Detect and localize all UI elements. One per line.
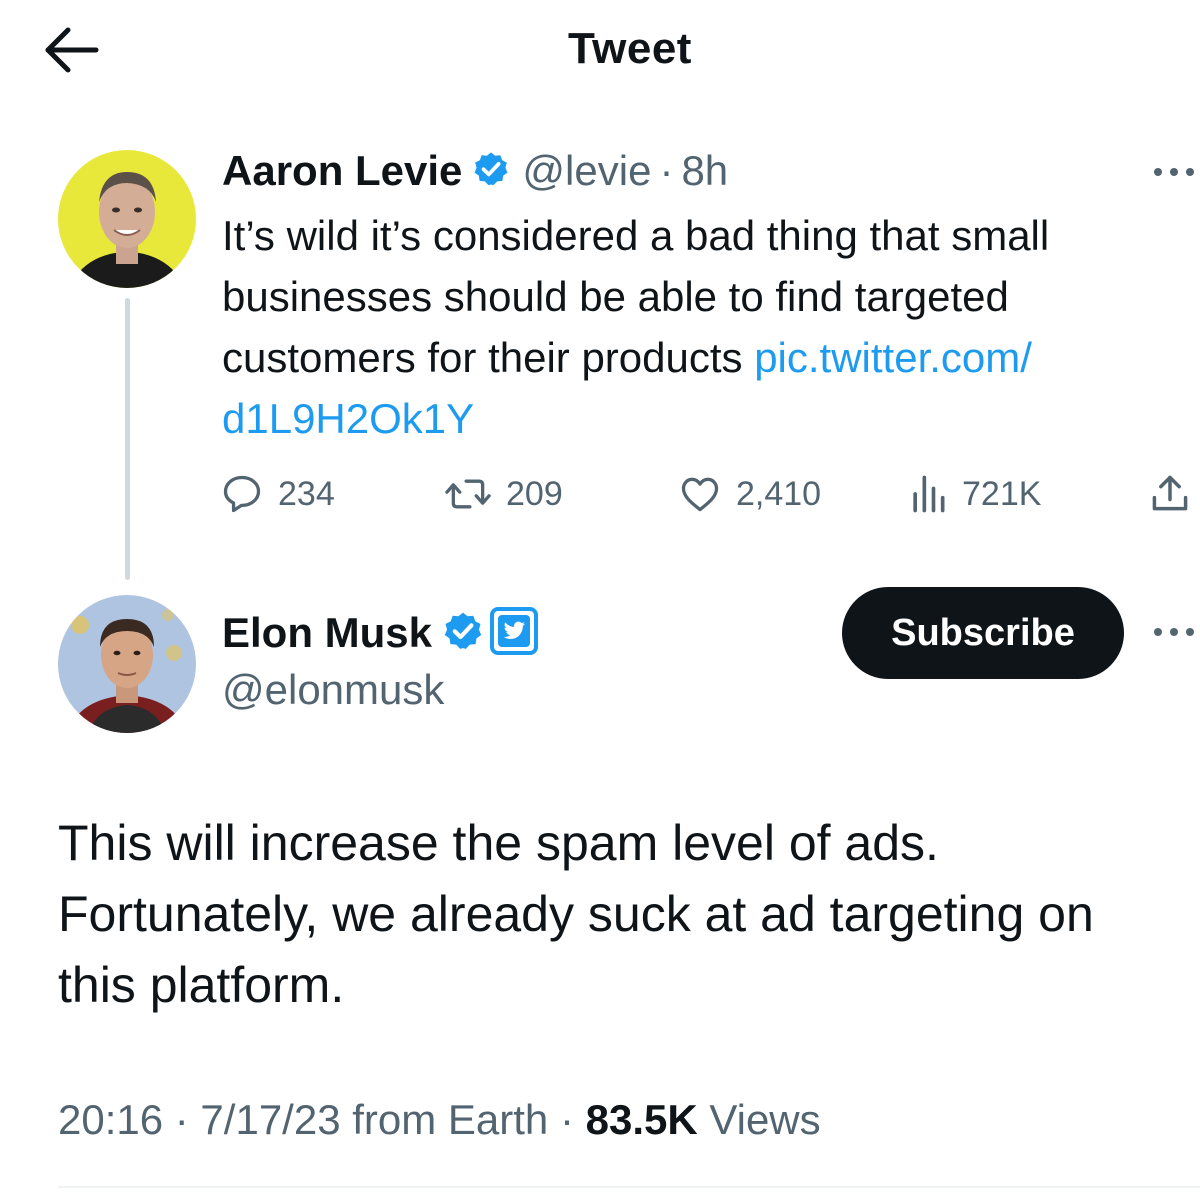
more-dots-icon xyxy=(1154,628,1194,636)
author-handle[interactable]: @levie xyxy=(522,147,651,195)
thread-connector-line xyxy=(125,298,130,580)
quoted-tweet-author-row: Aaron Levie @levie · 8h xyxy=(222,144,728,198)
retweet-button[interactable]: 209 xyxy=(444,472,563,516)
reply-button[interactable]: 234 xyxy=(220,472,335,516)
quoted-tweet-text: It’s wild it’s considered a bad thing th… xyxy=(222,205,1187,449)
author-display-name[interactable]: Elon Musk xyxy=(222,609,432,657)
more-options-button[interactable] xyxy=(1152,622,1196,642)
reply-count: 234 xyxy=(278,474,335,513)
author-display-name[interactable]: Aaron Levie xyxy=(222,147,462,195)
avatar-musk-image xyxy=(58,595,196,733)
views-icon xyxy=(913,475,945,513)
views-total[interactable]: 83.5K xyxy=(586,1096,698,1143)
tweet-metadata: 20:16 · 7/17/23 from Earth · 83.5K Views xyxy=(58,1096,821,1144)
reply-icon xyxy=(223,475,261,513)
views-label: Views xyxy=(697,1096,821,1143)
retweet-icon xyxy=(445,479,491,509)
like-icon xyxy=(681,477,719,512)
avatar-levie-image xyxy=(58,150,196,288)
like-count: 2,410 xyxy=(736,474,822,513)
views-button[interactable]: 721K xyxy=(908,472,1041,516)
avatar[interactable] xyxy=(58,150,196,288)
views-count: 721K xyxy=(962,474,1042,513)
avatar[interactable] xyxy=(58,595,196,733)
main-tweet-author-row: Elon Musk xyxy=(222,603,539,663)
more-options-button[interactable] xyxy=(1152,162,1196,182)
tweet-action-bar: 234 209 2,410 721K xyxy=(0,466,1200,522)
timestamp-and-source: 20:16 · 7/17/23 from Earth · xyxy=(58,1096,586,1143)
retweet-count: 209 xyxy=(506,474,563,513)
share-button[interactable] xyxy=(1148,472,1192,516)
subscribe-button[interactable]: Subscribe xyxy=(842,587,1124,679)
tweet-time[interactable]: 8h xyxy=(681,147,728,195)
twitter-bird-badge-icon xyxy=(490,606,539,660)
verified-badge-icon xyxy=(472,150,510,193)
verified-badge-icon xyxy=(442,610,484,657)
share-icon xyxy=(1152,475,1188,511)
top-bar: Tweet xyxy=(0,0,1200,100)
divider xyxy=(58,1186,1200,1188)
main-tweet-text: This will increase the spam level of ads… xyxy=(58,815,1094,1013)
page-title: Tweet xyxy=(568,24,692,73)
more-dots-icon xyxy=(1154,168,1194,176)
author-handle[interactable]: @elonmusk xyxy=(222,666,444,714)
separator-dot: · xyxy=(659,147,674,194)
like-button[interactable]: 2,410 xyxy=(678,472,821,516)
